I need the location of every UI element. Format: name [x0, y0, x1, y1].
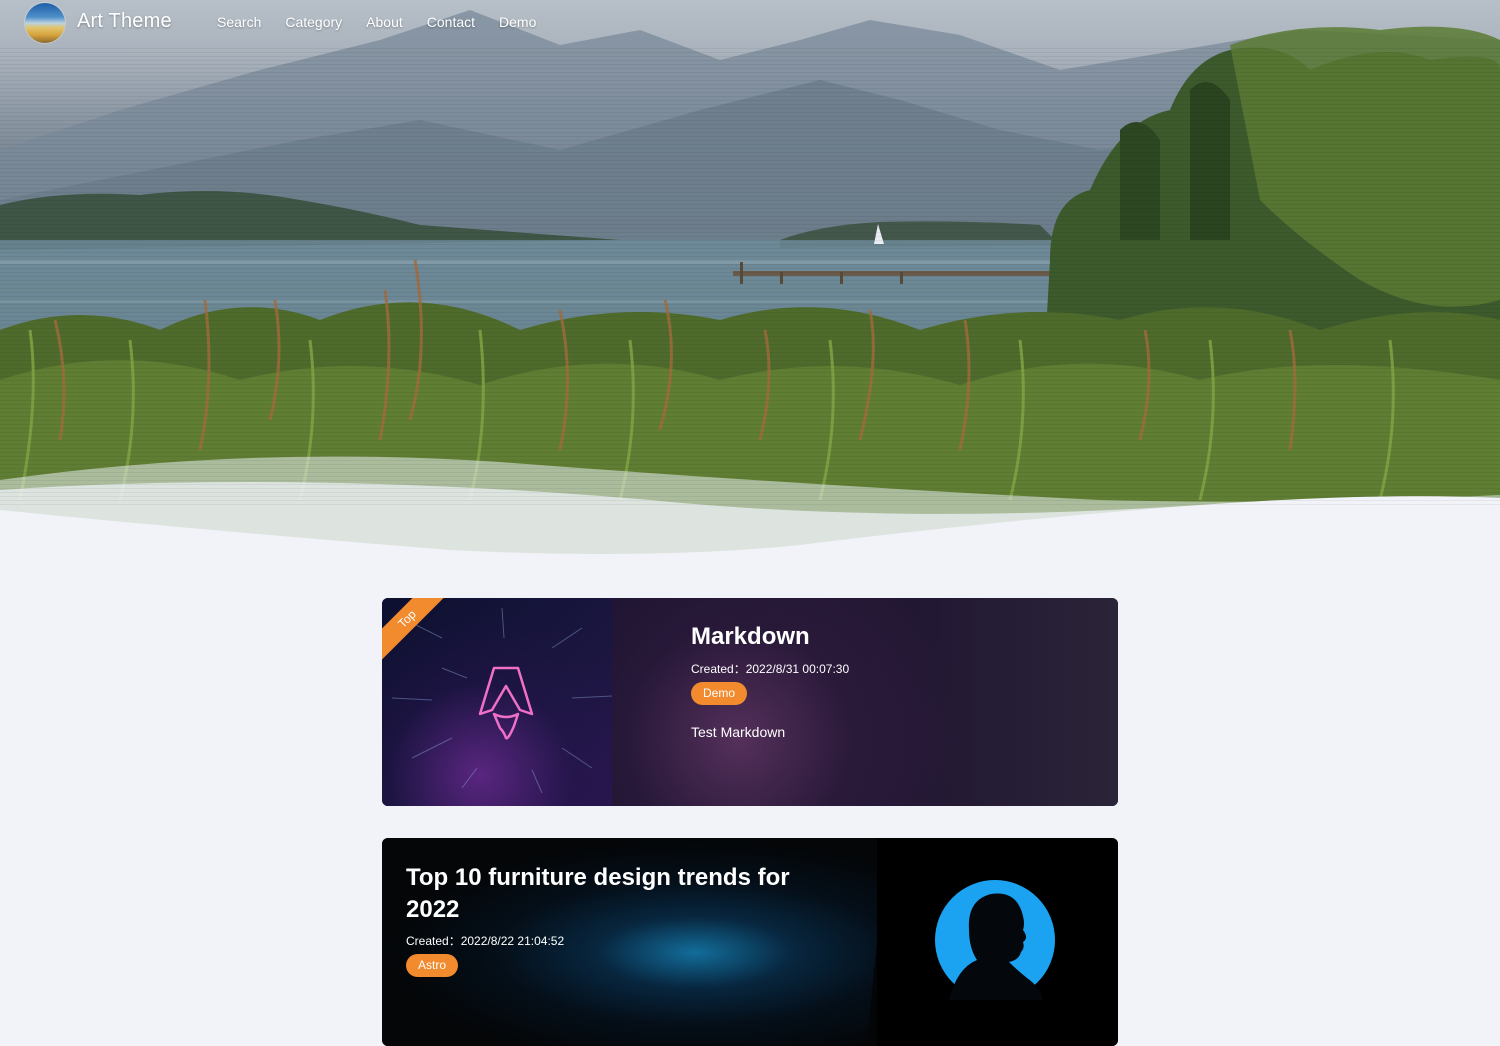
post-card-markdown[interactable]: Top Markdown Created：2022/8/31 00:07:30 …: [382, 598, 1118, 806]
nav-links: Search Category About Contact Demo: [217, 14, 560, 30]
astro-rocket-icon: [478, 666, 534, 740]
landscape-illustration: [0, 10, 1500, 560]
nav-link-about[interactable]: About: [366, 14, 403, 30]
hero-banner: [0, 0, 1500, 560]
post-tag[interactable]: Astro: [406, 954, 459, 977]
site-title[interactable]: Art Theme: [77, 10, 172, 33]
nav-link-category[interactable]: Category: [285, 14, 342, 30]
post-tag[interactable]: Demo: [691, 682, 748, 705]
nav-link-demo[interactable]: Demo: [499, 14, 536, 30]
post-body: [612, 598, 1118, 806]
post-title[interactable]: Top 10 furniture design trends for 2022: [406, 862, 826, 926]
post-created-date: Created：2022/8/22 21:04:52: [406, 934, 565, 948]
post-excerpt: Test Markdown: [691, 724, 786, 740]
nav-link-search[interactable]: Search: [217, 14, 261, 30]
site-logo-avatar[interactable]: [25, 3, 65, 43]
post-card-furniture[interactable]: Top 10 furniture design trends for 2022 …: [382, 838, 1118, 1046]
post-title[interactable]: Markdown: [691, 621, 810, 653]
silhouette-avatar-icon: [935, 880, 1055, 1000]
top-navigation: Art Theme Search Category About Contact …: [0, 0, 1500, 45]
post-thumbnail[interactable]: [382, 598, 627, 806]
post-thumbnail[interactable]: [877, 838, 1118, 1046]
post-created-date: Created：2022/8/31 00:07:30: [691, 662, 850, 676]
nav-link-contact[interactable]: Contact: [427, 14, 475, 30]
